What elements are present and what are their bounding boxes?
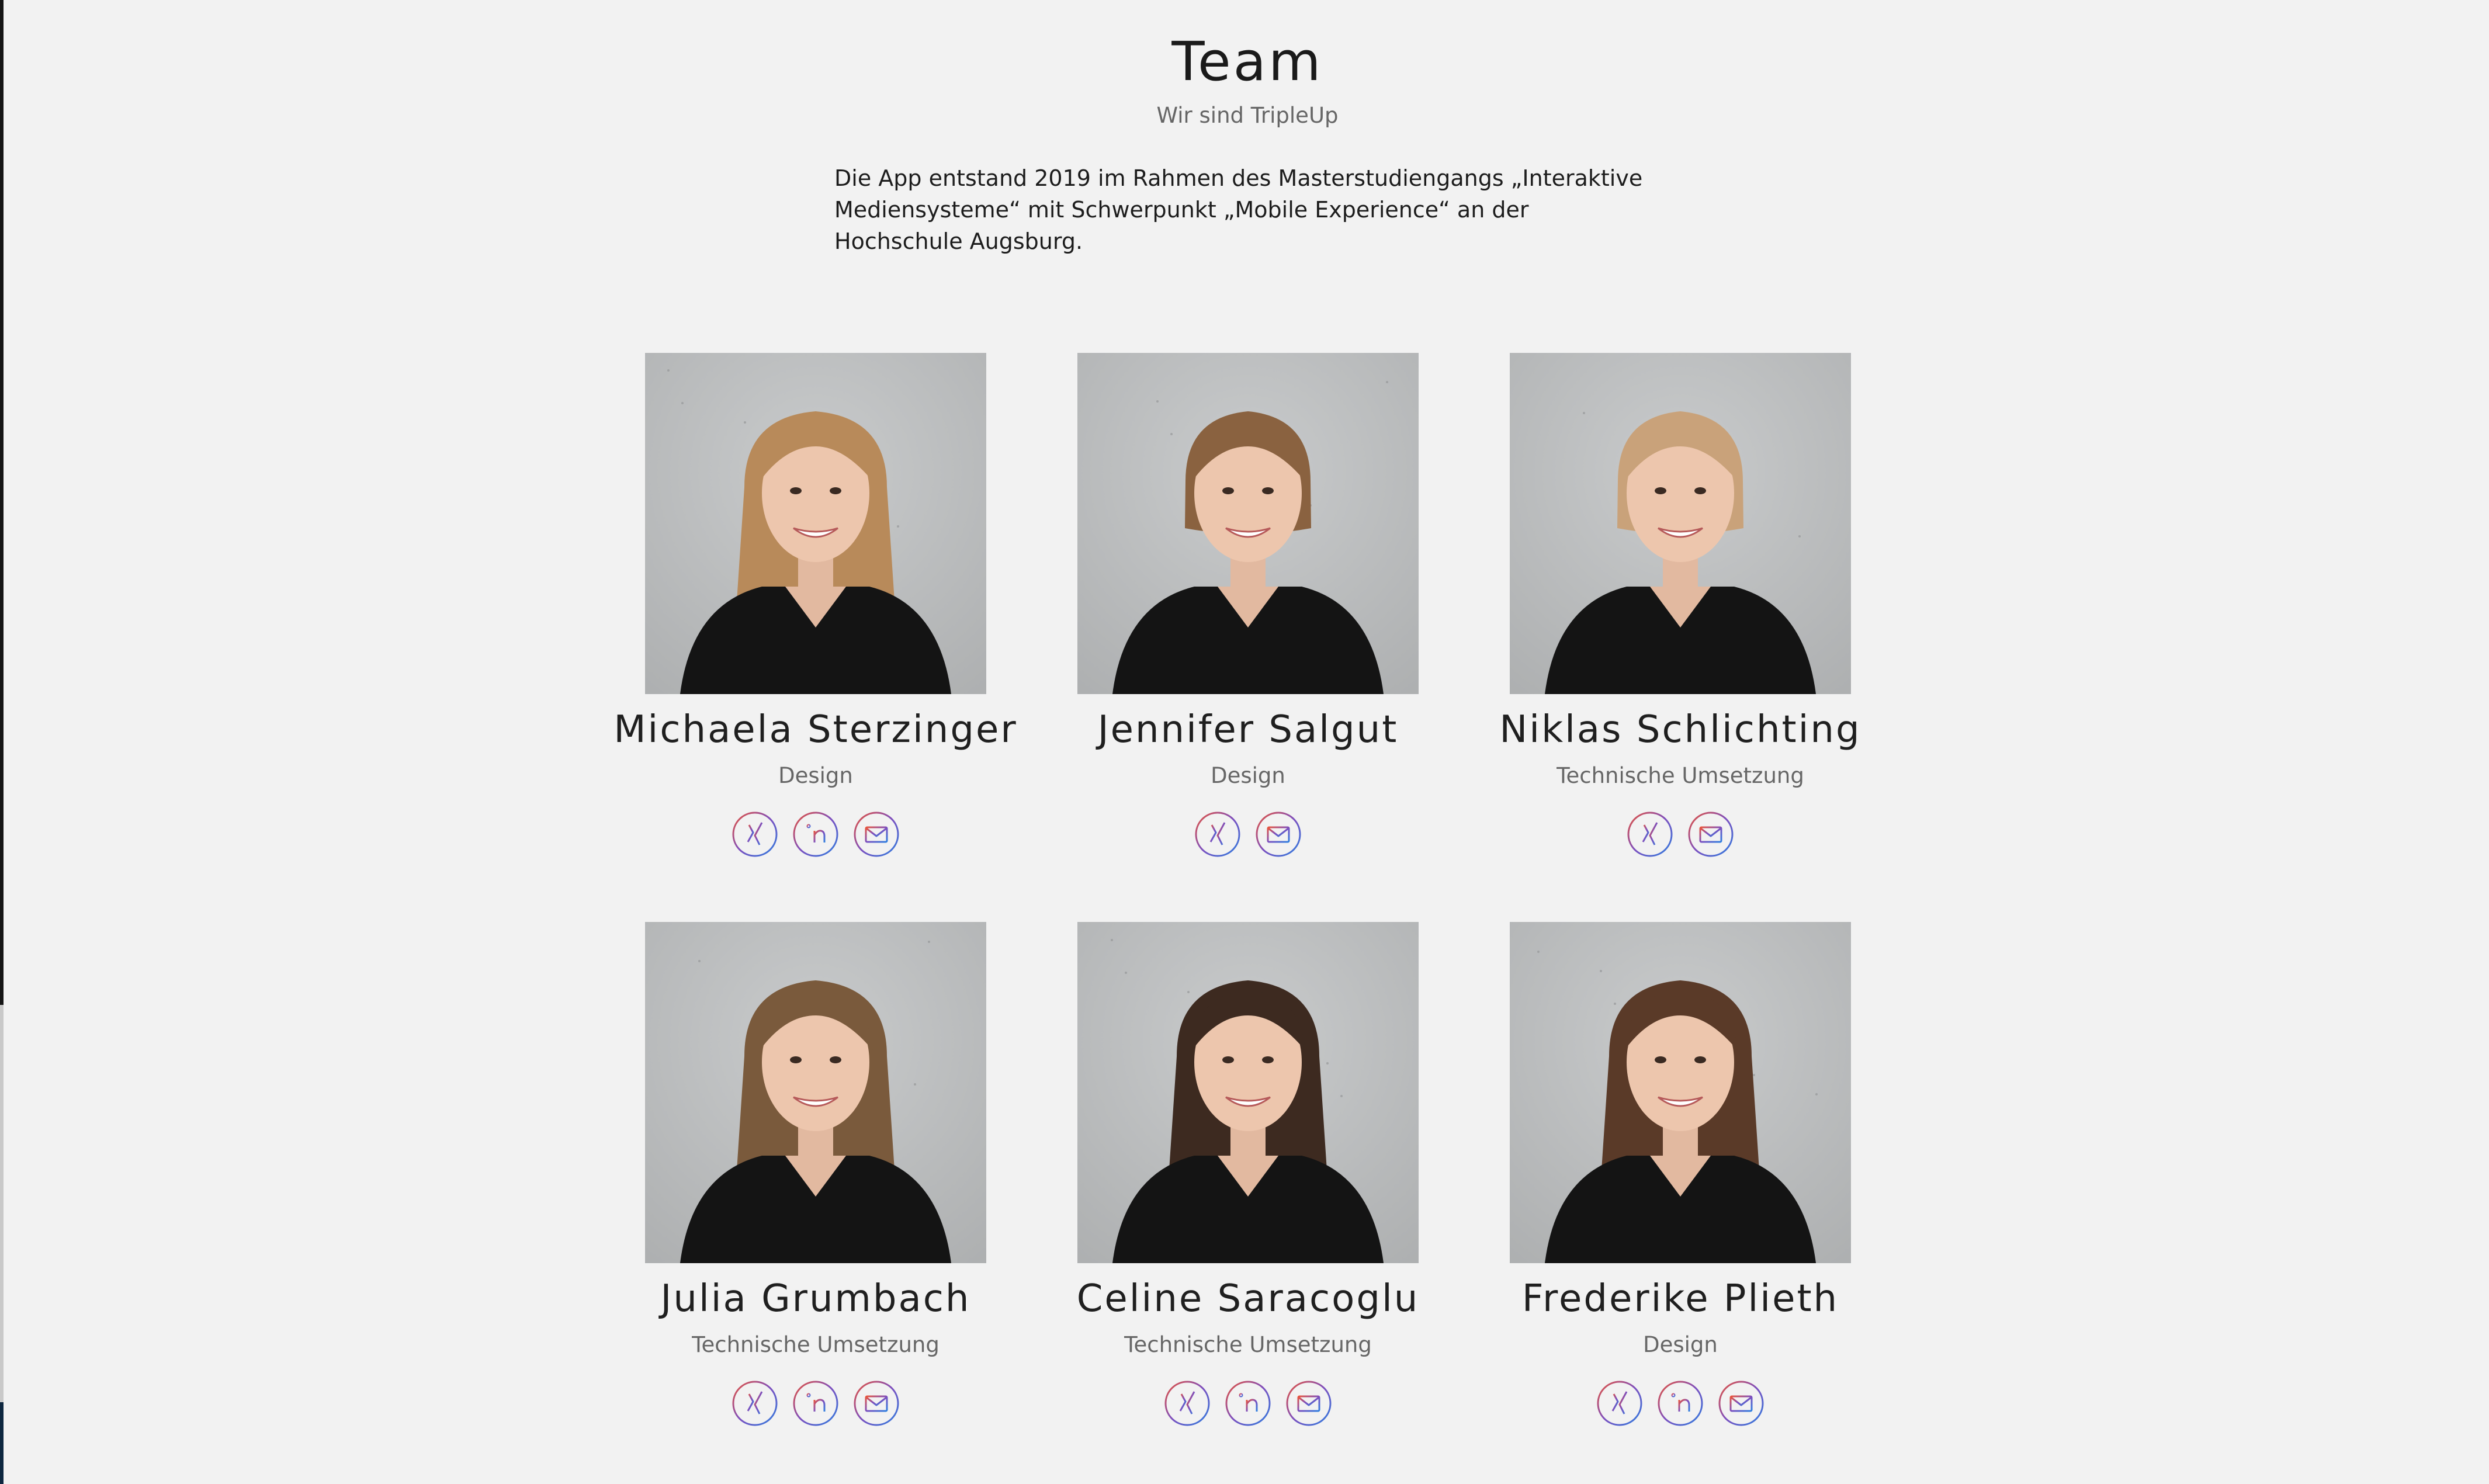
team-page: Team Wir sind TripleUp Die App entstand … <box>0 0 2489 1484</box>
mail-icon[interactable] <box>853 1380 900 1427</box>
linkedin-icon[interactable] <box>1657 1380 1704 1427</box>
mail-icon[interactable] <box>853 811 900 858</box>
member-name: Niklas Schlichting <box>1499 708 1861 751</box>
member-photo <box>1510 353 1851 694</box>
member-photo <box>1077 922 1419 1263</box>
mail-icon[interactable] <box>1285 1380 1332 1427</box>
xing-icon[interactable] <box>732 811 778 858</box>
xing-icon[interactable] <box>1194 811 1241 858</box>
member-role: Technische Umsetzung <box>1557 763 1804 788</box>
mail-icon[interactable] <box>1255 811 1302 858</box>
member-social-links <box>1464 1380 1897 1427</box>
xing-icon[interactable] <box>732 1380 778 1427</box>
member-social-links <box>599 811 1032 858</box>
team-member-card: Frederike Plieth Design <box>1464 922 1897 1471</box>
member-name: Celine Saracoglu <box>1076 1277 1420 1320</box>
member-photo <box>1077 353 1419 694</box>
xing-icon[interactable] <box>1164 1380 1211 1427</box>
member-social-links <box>1032 811 1464 858</box>
linkedin-icon[interactable] <box>1225 1380 1271 1427</box>
portrait-photo <box>1510 353 1851 694</box>
mail-icon[interactable] <box>1718 1380 1765 1427</box>
linkedin-icon[interactable] <box>792 1380 839 1427</box>
team-member-card: Jennifer Salgut Design <box>1032 353 1464 902</box>
member-name: Frederike Plieth <box>1521 1277 1839 1320</box>
portrait-photo <box>1077 353 1419 694</box>
intro-paragraph: Die App entstand 2019 im Rahmen des Mast… <box>834 165 1643 254</box>
member-social-links <box>1464 811 1897 858</box>
member-role: Design <box>778 763 853 788</box>
page-subtitle: Wir sind TripleUp <box>1156 103 1339 128</box>
member-social-links <box>1032 1380 1464 1427</box>
member-name: Jennifer Salgut <box>1097 708 1399 751</box>
member-name: Julia Grumbach <box>660 1277 971 1320</box>
team-member-card: Julia Grumbach Technische Umsetzung <box>599 922 1032 1471</box>
xing-icon[interactable] <box>1627 811 1673 858</box>
member-photo <box>1510 922 1851 1263</box>
team-member-card: Celine Saracoglu Technische Umsetzung <box>1032 922 1464 1471</box>
member-role: Design <box>1643 1332 1718 1357</box>
xing-icon[interactable] <box>1596 1380 1643 1427</box>
member-social-links <box>599 1380 1032 1427</box>
member-role: Technische Umsetzung <box>692 1332 940 1357</box>
portrait-photo <box>1077 922 1419 1263</box>
team-member-card: Michaela Sterzinger Design <box>599 353 1032 902</box>
portrait-photo <box>1510 922 1851 1263</box>
page-title: Team <box>1171 30 1323 93</box>
team-member-card: Niklas Schlichting Technische Umsetzung <box>1464 353 1897 902</box>
member-photo <box>645 922 986 1263</box>
member-name: Michaela Sterzinger <box>613 708 1018 751</box>
member-role: Design <box>1211 763 1285 788</box>
member-role: Technische Umsetzung <box>1124 1332 1372 1357</box>
linkedin-icon[interactable] <box>792 811 839 858</box>
portrait-photo <box>645 922 986 1263</box>
member-photo <box>645 353 986 694</box>
mail-icon[interactable] <box>1687 811 1734 858</box>
portrait-photo <box>645 353 986 694</box>
